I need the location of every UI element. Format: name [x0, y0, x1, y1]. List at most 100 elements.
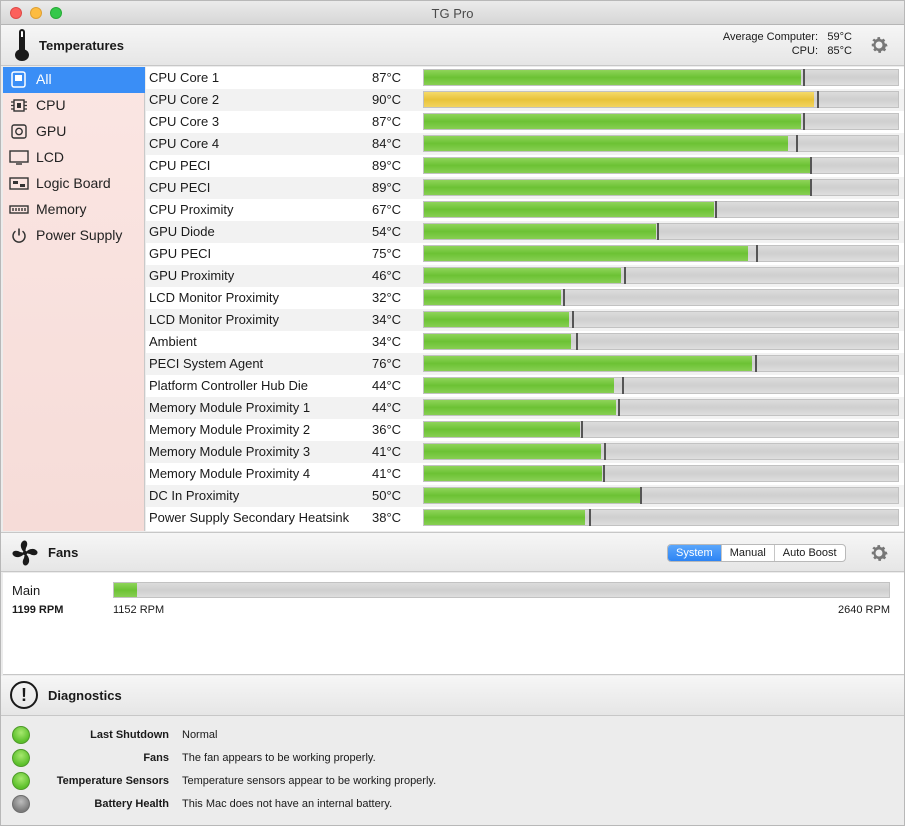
sensor-row[interactable]: Memory Module Proximity 2 36°C [146, 419, 904, 441]
sensor-row[interactable]: Ambient 34°C [146, 331, 904, 353]
fans-header: Fans System Manual Auto Boost [1, 532, 904, 572]
sensor-row[interactable]: GPU PECI 75°C [146, 243, 904, 265]
sensor-row[interactable]: Memory Module Proximity 3 41°C [146, 441, 904, 463]
fan-min-rpm: 1152 RPM [113, 604, 165, 616]
sidebar-item-label: GPU [36, 123, 67, 139]
sensor-name: CPU PECI [149, 158, 211, 173]
average-computer-value: 59°C [827, 31, 852, 43]
temp-max-marker [715, 201, 717, 218]
sensor-row[interactable]: CPU Core 2 90°C [146, 89, 904, 111]
sensor-row[interactable]: GPU Diode 54°C [146, 221, 904, 243]
sensor-row[interactable]: LCD Monitor Proximity 32°C [146, 287, 904, 309]
lcd-icon [9, 150, 29, 165]
temp-bar-track [423, 377, 899, 394]
temp-max-marker [803, 113, 805, 130]
sensor-temp: 84°C [372, 136, 402, 151]
sensor-row[interactable]: CPU Core 4 84°C [146, 133, 904, 155]
sensor-temp: 36°C [372, 422, 402, 437]
sensor-name: PECI System Agent [149, 356, 264, 371]
sensor-row[interactable]: CPU PECI 89°C [146, 177, 904, 199]
fans-title: Fans [48, 545, 79, 560]
temp-bar-fill [424, 312, 569, 327]
temp-bar-fill [424, 180, 810, 195]
sensor-temp: 89°C [372, 180, 402, 195]
sidebar-item-lcd[interactable]: LCD [3, 145, 145, 171]
sensor-temp: 76°C [372, 356, 402, 371]
temp-bar-fill [424, 136, 788, 151]
sensor-row[interactable]: PECI System Agent 76°C [146, 353, 904, 375]
exclamation-icon: ! [10, 681, 38, 709]
diagnostic-label: Fans [143, 752, 169, 764]
fan-mode-auto-boost[interactable]: Auto Boost [775, 545, 845, 561]
cpu-icon [11, 99, 27, 112]
temp-bar-track [423, 355, 899, 372]
diagnostic-value: The fan appears to be working properly. [182, 752, 376, 764]
temp-bar-fill [424, 246, 748, 261]
sensor-row[interactable]: Power Supply Secondary Heatsink 38°C [146, 507, 904, 529]
temp-bar-track [423, 201, 899, 218]
sensor-row[interactable]: Memory Module Proximity 1 44°C [146, 397, 904, 419]
temp-bar-fill [424, 202, 714, 217]
sensor-temp: 44°C [372, 378, 402, 393]
temperatures-gear-icon[interactable] [868, 34, 890, 56]
sensor-name: Power Supply Secondary Heatsink [149, 510, 350, 525]
sensor-temp: 75°C [372, 246, 402, 261]
temp-bar-track [423, 245, 899, 262]
temp-bar-fill [424, 356, 752, 371]
sensor-name: Memory Module Proximity 3 [149, 444, 311, 459]
temp-bar-fill [424, 422, 580, 437]
sensor-row[interactable]: CPU Core 3 87°C [146, 111, 904, 133]
sensor-row[interactable]: CPU Core 1 87°C [146, 67, 904, 89]
power-icon [12, 228, 26, 243]
sensor-row[interactable]: CPU Proximity 67°C [146, 199, 904, 221]
temp-bar-fill [424, 92, 814, 107]
fans-gear-icon[interactable] [868, 542, 890, 564]
sensor-row[interactable]: Platform Controller Hub Die 44°C [146, 375, 904, 397]
sensor-row[interactable]: Memory Module Proximity 4 41°C [146, 463, 904, 485]
app-window: TG Pro Temperatures Average Computer: 59… [0, 0, 905, 826]
temp-bar-track [423, 487, 899, 504]
sidebar-item-cpu[interactable]: CPU [3, 93, 145, 119]
sensor-name: LCD Monitor Proximity [149, 312, 280, 327]
fan-mode-segmented-control[interactable]: System Manual Auto Boost [667, 544, 846, 562]
temp-max-marker [603, 465, 605, 482]
temp-bar-track [423, 311, 899, 328]
diagnostic-row: Fans The fan appears to be working prope… [3, 747, 904, 769]
sidebar-item-power-supply[interactable]: Power Supply [3, 223, 145, 249]
sidebar-item-label: LCD [36, 149, 65, 165]
sensor-row[interactable]: CPU PECI 89°C [146, 155, 904, 177]
status-green-icon [12, 749, 30, 767]
average-computer-label: Average Computer: [722, 31, 818, 43]
title-bar[interactable]: TG Pro [1, 1, 904, 25]
diagnostic-row: Temperature Sensors Temperature sensors … [3, 770, 904, 792]
temp-bar-track [423, 421, 899, 438]
sidebar-item-label: CPU [36, 97, 66, 113]
sidebar-item-logic-board[interactable]: Logic Board [3, 171, 145, 197]
sensor-list[interactable]: CPU Core 1 87°C CPU Core 2 90°C CPU Core 3… [146, 67, 904, 531]
sensor-row[interactable]: GPU Proximity 46°C [146, 265, 904, 287]
temp-max-marker [756, 245, 758, 262]
sensor-temp: 50°C [372, 488, 402, 503]
temp-bar-fill [424, 378, 614, 393]
temp-bar-track [423, 157, 899, 174]
sensor-temp: 38°C [372, 510, 402, 525]
sensor-row[interactable]: LCD Monitor Proximity 34°C [146, 309, 904, 331]
sidebar-item-gpu[interactable]: GPU [3, 119, 145, 145]
sensor-temp: 34°C [372, 334, 402, 349]
fan-max-rpm: 2640 RPM [838, 604, 890, 616]
sidebar-item-memory[interactable]: Memory [3, 197, 145, 223]
diagnostics-title: Diagnostics [48, 688, 122, 703]
sensor-row[interactable]: DC In Proximity 50°C [146, 485, 904, 507]
sidebar-item-label: Power Supply [36, 227, 123, 243]
sensor-temp: 34°C [372, 312, 402, 327]
temp-bar-track [423, 91, 899, 108]
temp-bar-track [423, 179, 899, 196]
sidebar-item-all[interactable]: All [3, 67, 145, 93]
temp-max-marker [563, 289, 565, 306]
temp-max-marker [589, 509, 591, 526]
temp-bar-fill [424, 400, 616, 415]
cpu-average-label: CPU: [791, 45, 818, 57]
fan-mode-system[interactable]: System [668, 545, 722, 561]
temp-bar-fill [424, 290, 561, 305]
fan-mode-manual[interactable]: Manual [722, 545, 775, 561]
